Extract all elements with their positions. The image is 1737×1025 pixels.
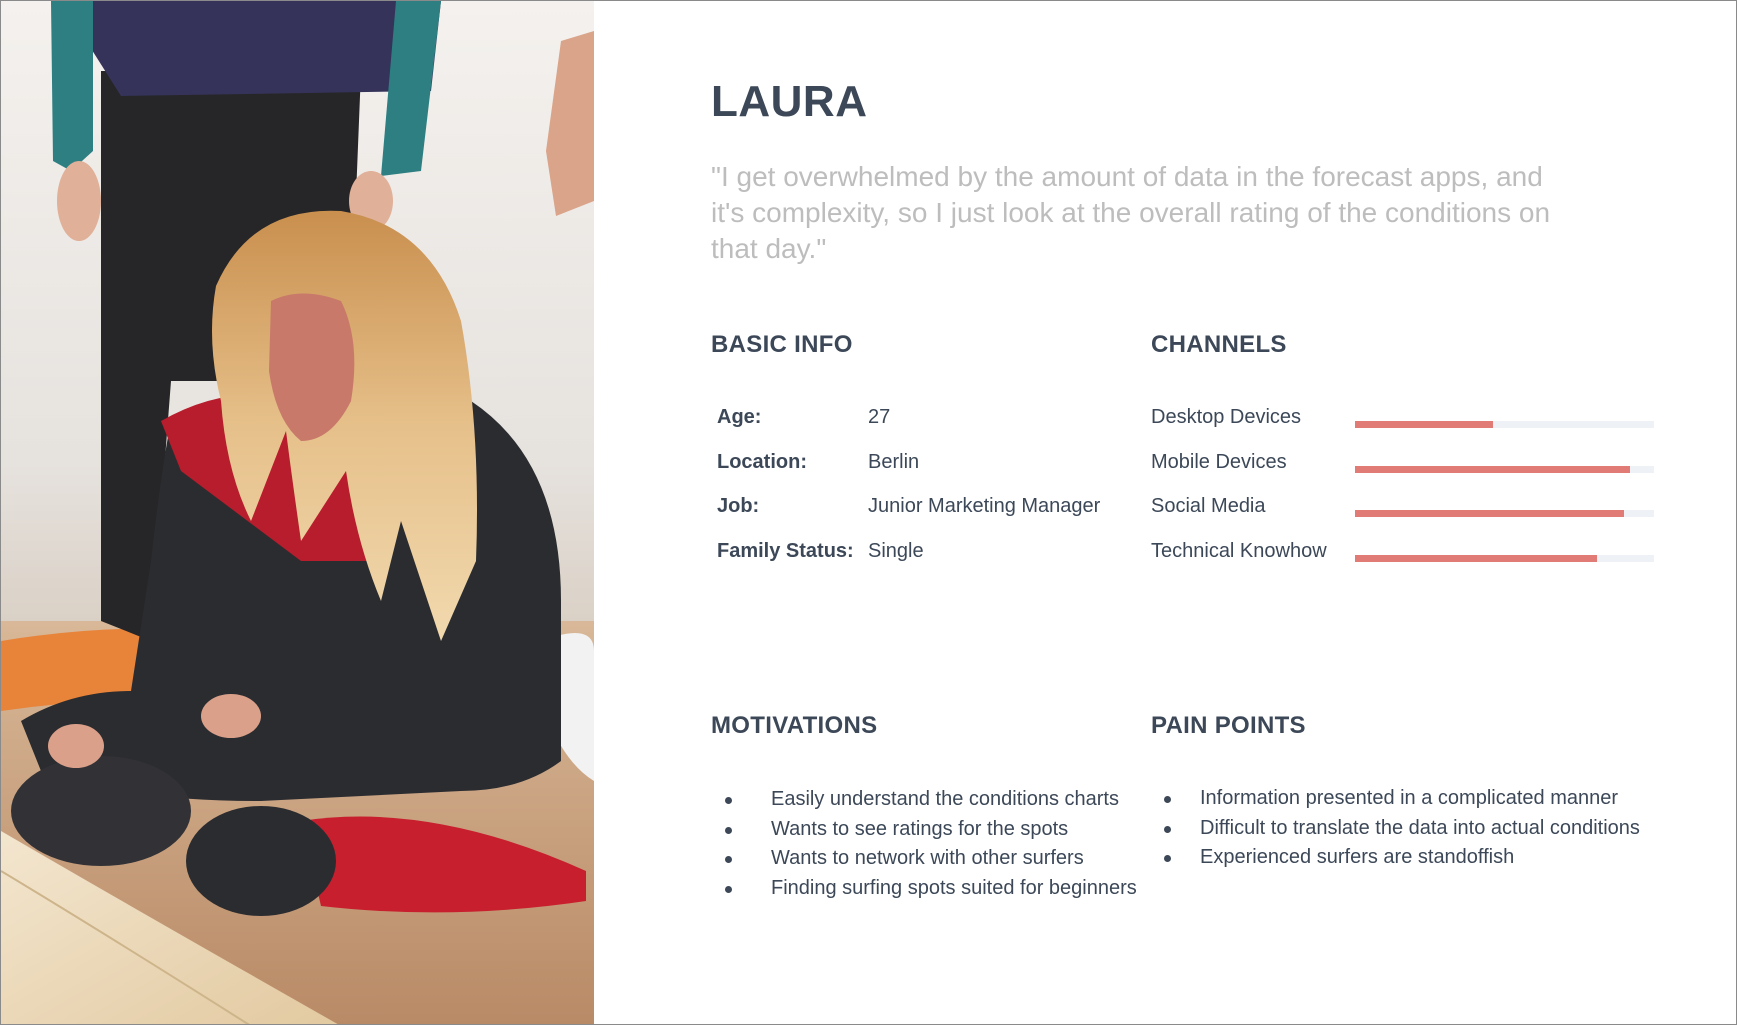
list-item: Difficult to translate the data into act… bbox=[1151, 817, 1640, 847]
basic-info-value: 27 bbox=[868, 406, 891, 428]
basic-info-label: Location: bbox=[717, 451, 807, 473]
channel-bar-track bbox=[1355, 466, 1654, 473]
pain-points-title: PAIN POINTS bbox=[1151, 712, 1306, 739]
persona-name: LAURA bbox=[711, 77, 868, 126]
basic-info-label: Job: bbox=[717, 495, 760, 517]
basic-info-title: BASIC INFO bbox=[711, 331, 853, 358]
persona-card: LAURA "I get overwhelmed by the amount o… bbox=[0, 0, 1737, 1025]
list-item: Easily understand the conditions charts bbox=[711, 788, 1137, 818]
pain-points-list: Information presented in a complicated m… bbox=[1151, 787, 1640, 876]
motivations-list: Easily understand the conditions charts … bbox=[711, 788, 1137, 906]
channel-row-mobile: Mobile Devices bbox=[1151, 451, 1654, 481]
persona-quote: "I get overwhelmed by the amount of data… bbox=[711, 161, 1551, 264]
list-item: Wants to network with other surfers bbox=[711, 847, 1137, 877]
surfer-photo-illustration bbox=[1, 1, 594, 1024]
list-item: Finding surfing spots suited for beginne… bbox=[711, 877, 1137, 907]
channel-label: Mobile Devices bbox=[1151, 451, 1287, 473]
channel-label: Technical Knowhow bbox=[1151, 540, 1327, 562]
channel-bar-track bbox=[1355, 421, 1654, 428]
list-item: Wants to see ratings for the spots bbox=[711, 818, 1137, 848]
channel-bar-track bbox=[1355, 510, 1654, 517]
channel-bar-track bbox=[1355, 555, 1654, 562]
list-item: Experienced surfers are standoffish bbox=[1151, 846, 1640, 876]
basic-info-label: Family Status: bbox=[717, 540, 854, 562]
motivations-title: MOTIVATIONS bbox=[711, 712, 878, 739]
channel-bar-fill bbox=[1355, 421, 1493, 428]
list-item: Information presented in a complicated m… bbox=[1151, 787, 1640, 817]
basic-info-label: Age: bbox=[717, 406, 762, 428]
channels-title: CHANNELS bbox=[1151, 331, 1287, 358]
persona-details: LAURA "I get overwhelmed by the amount o… bbox=[711, 1, 1736, 1024]
persona-photo bbox=[1, 1, 594, 1024]
channel-bar-fill bbox=[1355, 466, 1631, 473]
channel-row-social-media: Social Media bbox=[1151, 495, 1654, 525]
channel-row-technical-knowhow: Technical Knowhow bbox=[1151, 540, 1654, 570]
basic-info-value: Single bbox=[868, 540, 924, 562]
basic-info-value: Junior Marketing Manager bbox=[868, 495, 1101, 517]
channel-label: Desktop Devices bbox=[1151, 406, 1302, 428]
basic-info-value: Berlin bbox=[868, 451, 920, 473]
channel-bar-fill bbox=[1355, 510, 1625, 517]
channel-label: Social Media bbox=[1151, 495, 1266, 517]
channel-row-desktop: Desktop Devices bbox=[1151, 406, 1654, 436]
channel-bar-fill bbox=[1355, 555, 1598, 562]
